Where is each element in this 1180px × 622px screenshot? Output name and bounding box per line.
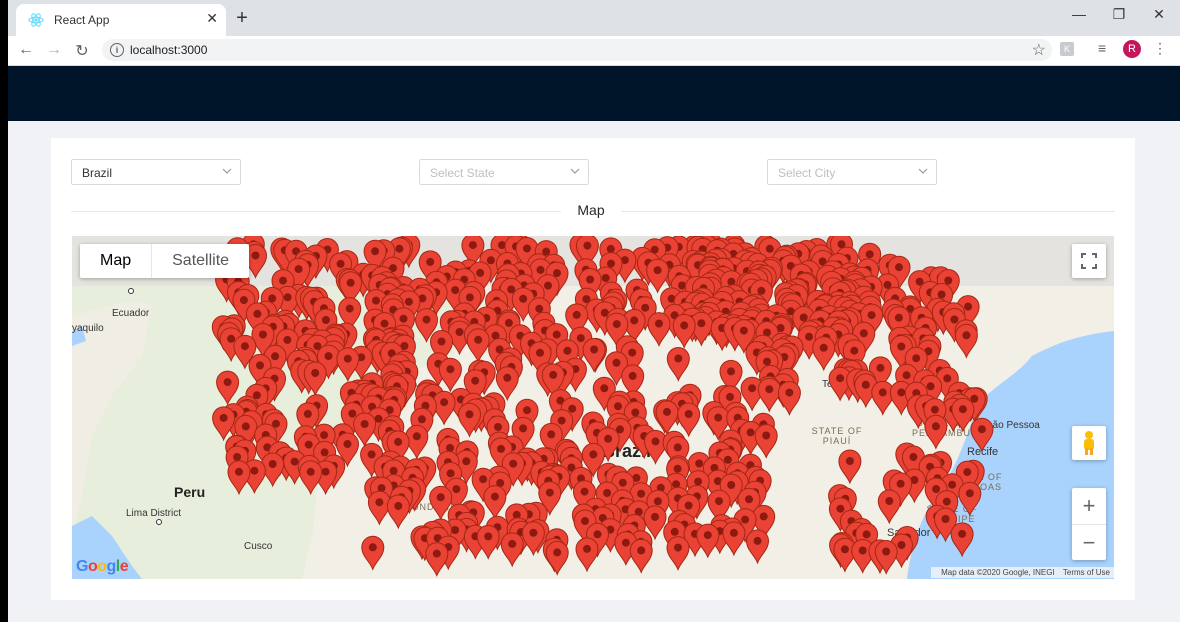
bookmark-star-icon[interactable]: ☆ [1032,40,1046,60]
fullscreen-icon [1081,253,1097,269]
divider-right [621,211,1115,212]
map-marker-pin[interactable] [970,417,994,453]
reload-button[interactable]: ↻ [72,41,92,61]
street-view-pegman[interactable] [1072,426,1106,460]
state-select-placeholder: Select State [430,166,495,180]
tab-close-icon[interactable]: ✕ [206,10,218,27]
section-title: Map [577,202,605,218]
map-marker-pin[interactable] [466,328,490,364]
restore-button[interactable]: ❐ [1104,6,1134,23]
attribution-text: Map data ©2020 Google, INEGI [941,568,1055,577]
chevron-down-icon [222,168,232,174]
map-marker-pin[interactable] [757,377,781,413]
map-marker-pin[interactable] [877,489,901,525]
map-marker-pin[interactable] [212,406,236,442]
city-select-placeholder: Select City [778,166,836,180]
map-type-satellite-button[interactable]: Satellite [152,244,249,278]
city-select[interactable]: Select City [767,159,937,185]
map-marker-pin[interactable] [643,429,668,465]
map-marker-pin[interactable] [655,400,679,436]
map-marker-pin[interactable] [521,521,545,557]
map-marker-pin[interactable] [476,524,500,560]
media-queue-icon[interactable]: ≡ [1098,40,1106,56]
browser-tab[interactable]: React App ✕ [16,4,226,36]
map-marker-pin[interactable] [871,380,895,416]
marker-layer [211,236,994,578]
new-tab-button[interactable]: + [232,7,252,30]
map-marker-pin[interactable] [457,402,482,438]
map-marker-pin[interactable] [299,460,323,496]
browser-toolbar: ← → ↻ i localhost:3000 ☆ [8,36,1180,66]
map-marker-pin[interactable] [754,424,778,459]
extension-icon[interactable]: K [1060,42,1074,56]
map-marker-pin[interactable] [672,313,696,349]
map-marker-pin[interactable] [483,485,507,521]
chevron-down-icon [918,168,928,174]
map-marker-pin[interactable] [666,536,690,572]
profile-avatar[interactable]: R [1123,40,1141,58]
address-bar[interactable]: i localhost:3000 ☆ [102,39,1052,61]
google-logo[interactable]: Google [76,558,129,576]
tab-strip: React App ✕ + — ❐ ✕ [8,0,1180,36]
map-marker-pin[interactable] [838,449,862,485]
browser-window: React App ✕ + — ❐ ✕ ← → ↻ i localhost:30… [8,0,1180,622]
close-window-button[interactable]: ✕ [1144,6,1174,23]
map-marker-pin[interactable] [722,521,746,557]
map-marker-pin[interactable] [545,540,569,576]
back-button[interactable]: ← [16,41,36,59]
map-marker-pin[interactable] [777,381,801,417]
chevron-down-icon [570,168,580,174]
terms-link[interactable]: Terms of Use [1063,568,1110,577]
map-marker-pin[interactable] [745,529,770,565]
map-marker-pin[interactable] [954,323,978,359]
pegman-icon [1084,431,1094,455]
country-select-value: Brazil [82,166,113,180]
map-marker-pin[interactable] [696,523,720,559]
map-marker-pin[interactable] [647,312,671,348]
zoom-out-button[interactable]: − [1072,524,1106,560]
info-icon[interactable]: i [110,43,124,57]
map-marker-pin[interactable] [629,538,653,574]
map-marker-pin[interactable] [227,460,251,496]
tab-title: React App [54,13,110,27]
divider-left [71,211,561,212]
fullscreen-button[interactable] [1072,244,1106,278]
map-marker-pin[interactable] [924,414,948,450]
map-marker-pin[interactable] [438,357,462,393]
map-marker-pin[interactable] [646,258,670,294]
map-marker-pin[interactable] [216,370,240,406]
map-marker-pin[interactable] [677,402,701,438]
google-map[interactable]: Ecuador yaquilo Peru Lima District Cusco… [72,236,1114,579]
state-select[interactable]: Select State [419,159,589,185]
map-marker-pin[interactable] [666,347,690,382]
map-marker-pin[interactable] [361,535,385,571]
react-icon [28,13,44,27]
browser-menu-icon[interactable]: ⋮ [1153,40,1167,57]
map-marker-pin[interactable] [950,522,974,558]
url-text: localhost:3000 [130,43,208,57]
minimize-button[interactable]: — [1064,6,1094,22]
map-marker-pin[interactable] [812,336,836,372]
map-marker-pin[interactable] [500,532,524,568]
app-header [8,66,1180,121]
forward-button[interactable]: → [44,41,64,59]
map-marker-pin[interactable] [575,537,599,573]
map-marker-pin[interactable] [958,481,982,517]
zoom-in-button[interactable]: + [1072,488,1106,524]
map-type-control: Map Satellite [80,244,250,278]
zoom-control: + − [1072,488,1106,560]
map-marker-pin[interactable] [336,347,360,383]
map-type-map-button[interactable]: Map [80,244,153,278]
map-attribution: Map data ©2020 Google, INEGI Terms of Us… [931,567,1114,578]
map-marker-pin[interactable] [425,542,449,578]
country-select[interactable]: Brazil [71,159,241,185]
map-marker-pin[interactable] [386,494,410,530]
